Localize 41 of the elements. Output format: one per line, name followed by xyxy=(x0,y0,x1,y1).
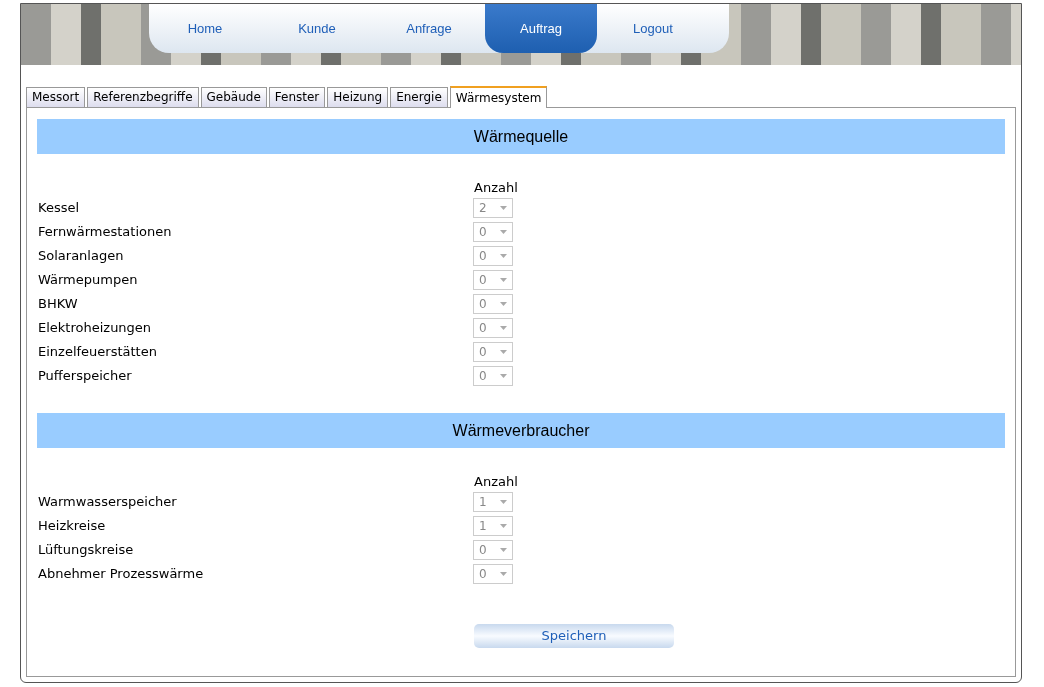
field-label: Kessel xyxy=(37,199,81,218)
section-header: Wärmeverbraucher xyxy=(37,413,1005,448)
nav-tab[interactable]: Logout xyxy=(597,4,709,53)
field-label: Abnehmer Prozesswärme xyxy=(37,565,205,584)
caret-icon xyxy=(500,206,507,210)
nav-tab[interactable]: Anfrage xyxy=(373,4,485,53)
caret-icon xyxy=(500,254,507,258)
tab[interactable]: Energie xyxy=(390,87,448,107)
tab[interactable]: Wärmesystem xyxy=(449,86,548,108)
nav-tab[interactable]: Auftrag xyxy=(485,4,597,53)
field-label: Wärmepumpen xyxy=(37,271,139,290)
caret-icon xyxy=(500,326,507,330)
field-label: Heizkreise xyxy=(37,517,107,536)
caret-icon xyxy=(500,524,507,528)
save-button[interactable]: Speichern xyxy=(474,624,674,648)
field-label: Solaranlagen xyxy=(37,247,125,266)
tab[interactable]: Fenster xyxy=(268,87,326,107)
nav-tab[interactable]: Kunde xyxy=(261,4,373,53)
field-label: Warmwasserspeicher xyxy=(37,493,178,512)
field-label: Fernwärmestationen xyxy=(37,223,173,242)
caret-icon xyxy=(500,350,507,354)
field-label: BHKW xyxy=(37,295,79,314)
column-heading: Anzahl xyxy=(474,474,518,489)
tab[interactable]: Gebäude xyxy=(200,87,267,107)
tab[interactable]: Heizung xyxy=(327,87,389,107)
field-label: Einzelfeuerstätten xyxy=(37,343,158,362)
caret-icon xyxy=(500,374,507,378)
caret-icon xyxy=(500,548,507,552)
column-heading: Anzahl xyxy=(474,180,518,195)
tab[interactable]: Referenzbegriffe xyxy=(87,87,199,107)
field-label: Elektroheizungen xyxy=(37,319,153,338)
caret-icon xyxy=(500,278,507,282)
section-header: Wärmequelle xyxy=(37,119,1005,154)
field-label: Lüftungskreise xyxy=(37,541,135,560)
field-label: Pufferspeicher xyxy=(37,367,133,386)
caret-icon xyxy=(500,230,507,234)
caret-icon xyxy=(500,500,507,504)
caret-icon xyxy=(500,302,507,306)
nav-tab[interactable]: Home xyxy=(149,4,261,53)
tab[interactable]: Messort xyxy=(26,87,86,107)
caret-icon xyxy=(500,572,507,576)
